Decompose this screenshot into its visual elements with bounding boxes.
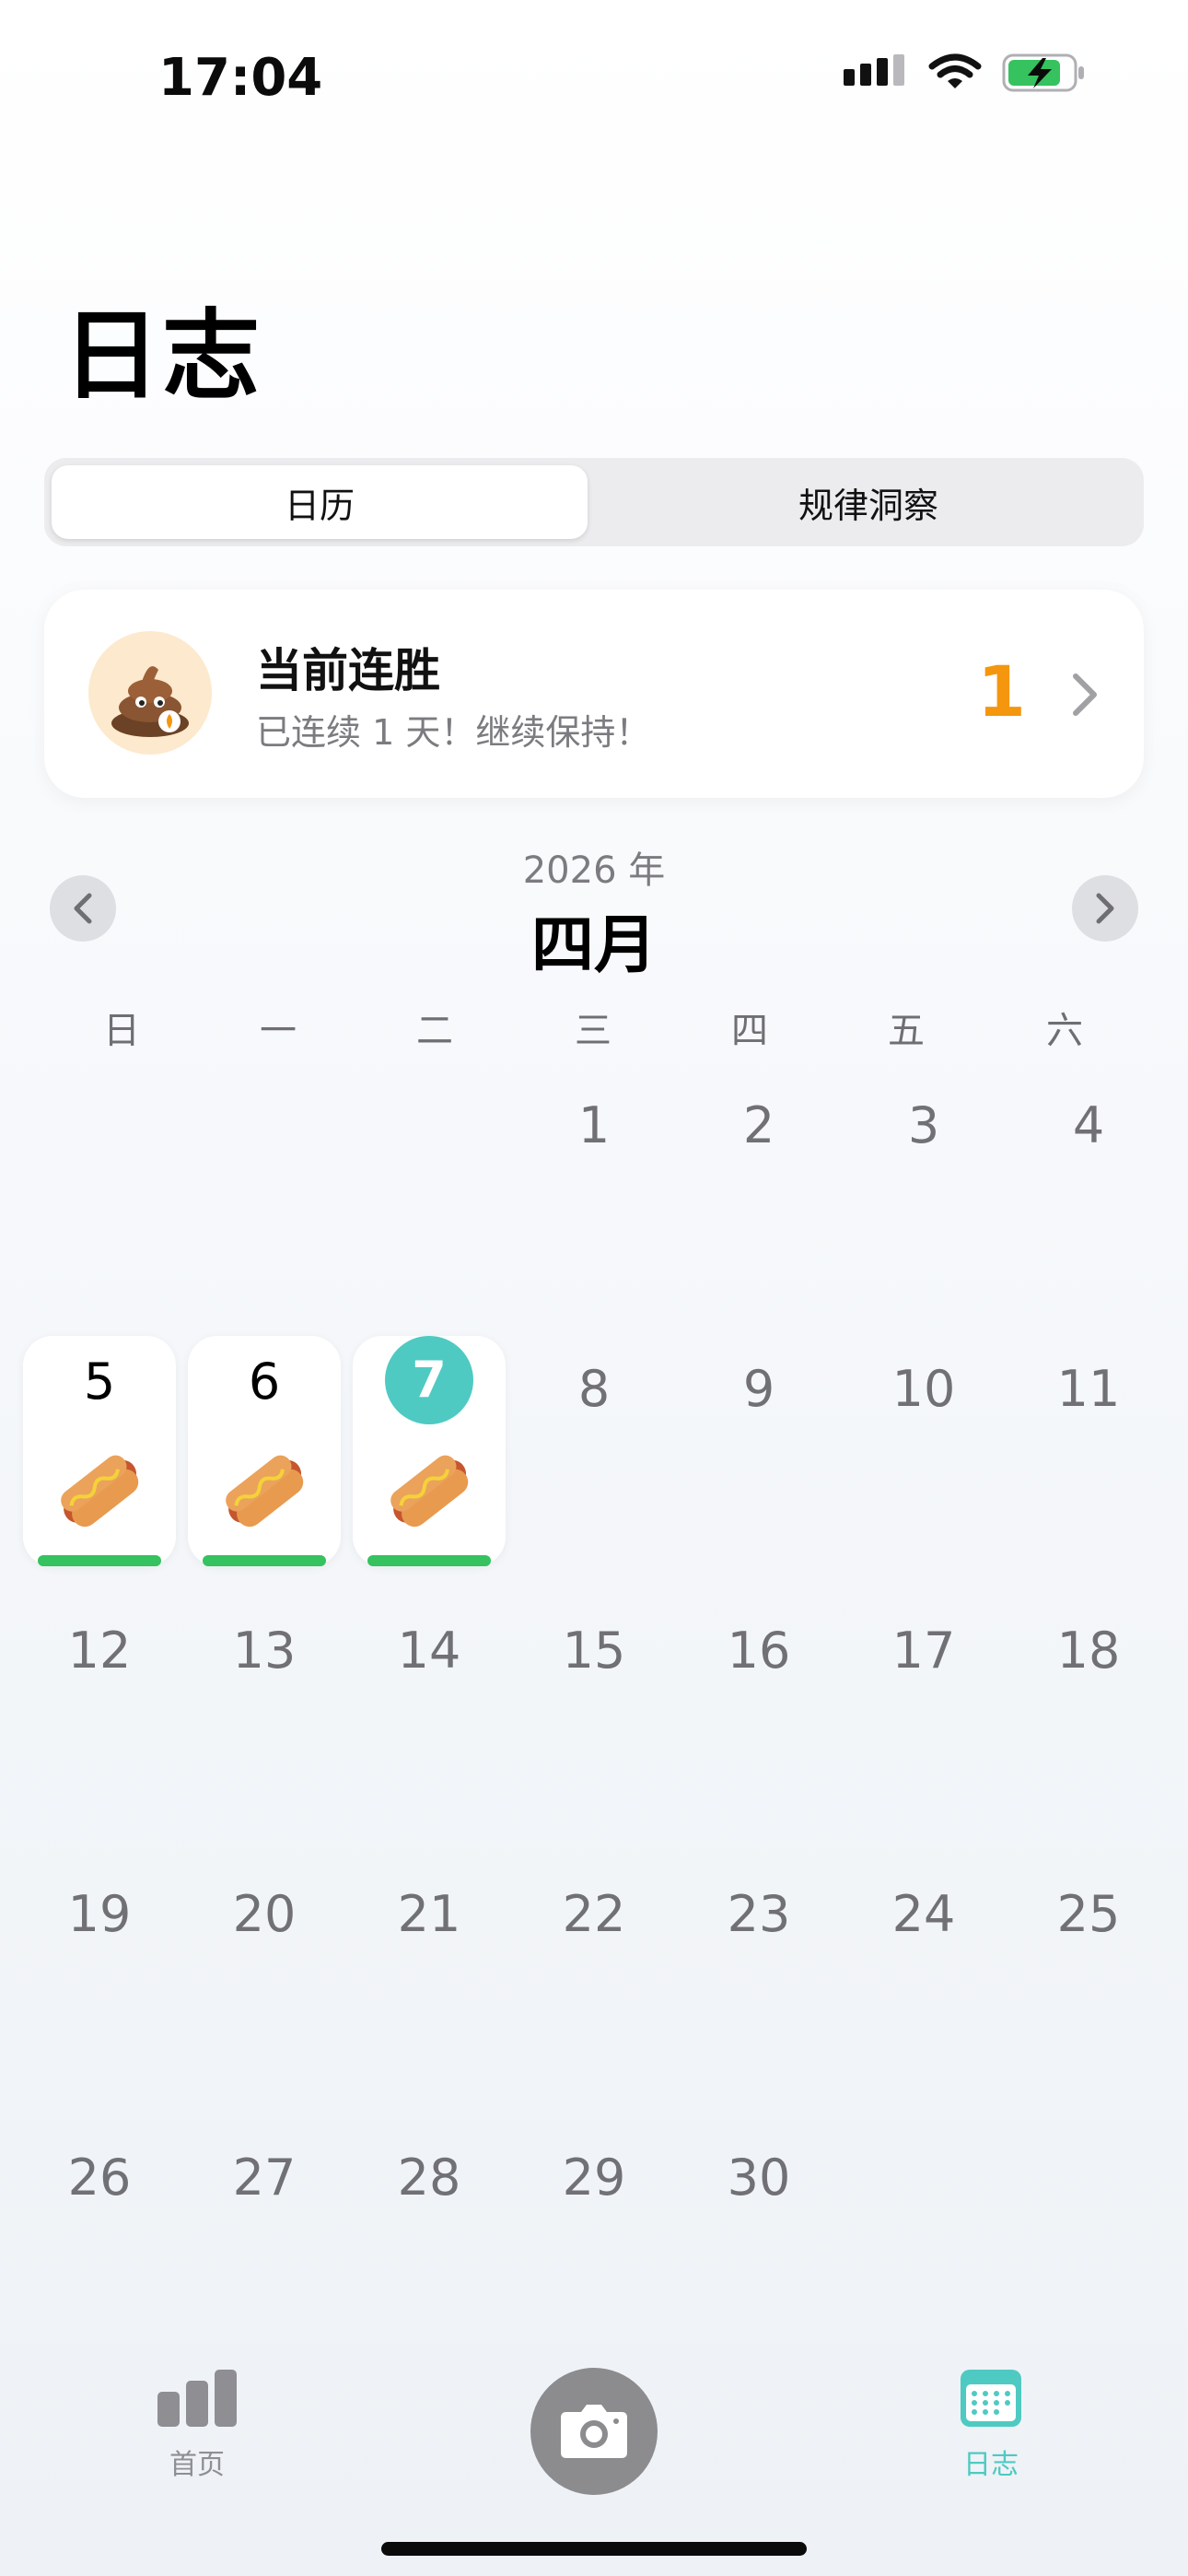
streak-subtitle: 已连续 1 天！继续保持！ bbox=[256, 712, 651, 753]
bar-chart-icon bbox=[157, 2370, 237, 2427]
calendar-day-14[interactable]: 14 bbox=[353, 1622, 506, 1714]
calendar-day-21[interactable]: 21 bbox=[353, 1885, 506, 1977]
chevron-left-icon bbox=[74, 893, 92, 924]
calendar-icon bbox=[961, 2370, 1021, 2427]
log-indicator-bar bbox=[203, 1555, 326, 1566]
hotdog-icon bbox=[226, 1455, 304, 1528]
month-label: 四月 bbox=[530, 909, 657, 982]
status-bar: 17:04 bbox=[0, 0, 1188, 157]
log-indicator-bar bbox=[38, 1555, 161, 1566]
battery-charging-icon bbox=[1002, 53, 1084, 92]
calendar-day-2[interactable]: 2 bbox=[682, 1096, 835, 1188]
streak-count: 1 bbox=[977, 650, 1026, 732]
weekday-mon: 一 bbox=[260, 1010, 297, 1052]
tab-journal-label: 日志 bbox=[963, 2449, 1019, 2481]
cellular-icon bbox=[844, 54, 904, 86]
camera-icon bbox=[561, 2405, 627, 2458]
tab-home-label: 首页 bbox=[169, 2449, 225, 2481]
calendar-day-16[interactable]: 16 bbox=[682, 1622, 835, 1714]
calendar-day-7-logged[interactable]: 7 bbox=[353, 1336, 506, 1566]
calendar-day-17[interactable]: 17 bbox=[847, 1622, 1000, 1714]
weekday-thu: 四 bbox=[731, 1010, 768, 1052]
weekday-sun: 日 bbox=[103, 1010, 140, 1052]
calendar-day-26[interactable]: 26 bbox=[23, 2149, 176, 2241]
calendar-day-4[interactable]: 4 bbox=[1012, 1096, 1165, 1188]
home-indicator bbox=[381, 2542, 807, 2556]
calendar-day-1[interactable]: 1 bbox=[518, 1096, 670, 1188]
calendar-day-25[interactable]: 25 bbox=[1012, 1885, 1165, 1977]
streak-avatar bbox=[88, 631, 212, 755]
prev-month-button[interactable] bbox=[50, 875, 116, 942]
calendar-day-10[interactable]: 10 bbox=[847, 1360, 1000, 1452]
calendar-day-29[interactable]: 29 bbox=[518, 2149, 670, 2241]
log-indicator-bar bbox=[367, 1555, 491, 1566]
calendar-day-24[interactable]: 24 bbox=[847, 1885, 1000, 1977]
streak-title: 当前连胜 bbox=[256, 644, 440, 697]
calendar-day-20[interactable]: 20 bbox=[188, 1885, 341, 1977]
calendar-day-6: 6 bbox=[248, 1352, 281, 1411]
hotdog-icon bbox=[61, 1455, 139, 1528]
wifi-icon bbox=[928, 53, 982, 88]
calendar-day-19[interactable]: 19 bbox=[23, 1885, 176, 1977]
calendar-day-5-logged[interactable]: 5 bbox=[23, 1336, 176, 1566]
calendar-day-23[interactable]: 23 bbox=[682, 1885, 835, 1977]
calendar-day-7-today: 7 bbox=[385, 1336, 473, 1424]
tab-calendar[interactable]: 日历 bbox=[52, 465, 588, 539]
calendar-day-15[interactable]: 15 bbox=[518, 1622, 670, 1714]
weekday-fri: 五 bbox=[888, 1010, 925, 1052]
next-month-button[interactable] bbox=[1072, 875, 1138, 942]
status-icons bbox=[844, 53, 1087, 92]
calendar-day-3[interactable]: 3 bbox=[847, 1096, 1000, 1188]
calendar-day-8[interactable]: 8 bbox=[518, 1360, 670, 1452]
tab-pattern-insights[interactable]: 规律洞察 bbox=[600, 465, 1136, 539]
view-segmented-control: 日历 规律洞察 bbox=[44, 458, 1144, 546]
page-title: 日志 bbox=[63, 299, 262, 413]
poop-icon bbox=[111, 666, 189, 737]
weekday-wed: 三 bbox=[575, 1010, 611, 1052]
calendar-day-22[interactable]: 22 bbox=[518, 1885, 670, 1977]
weekday-sat: 六 bbox=[1046, 1010, 1083, 1052]
calendar-day-9[interactable]: 9 bbox=[682, 1360, 835, 1452]
calendar-day-13[interactable]: 13 bbox=[188, 1622, 341, 1714]
tab-home[interactable]: 首页 bbox=[123, 2368, 271, 2482]
calendar-day-6-logged[interactable]: 6 bbox=[188, 1336, 341, 1566]
status-time: 17:04 bbox=[158, 48, 323, 108]
streak-card[interactable]: 当前连胜 已连续 1 天！继续保持！ 1 bbox=[44, 590, 1144, 798]
calendar-day-30[interactable]: 30 bbox=[682, 2149, 835, 2241]
camera-button[interactable] bbox=[530, 2368, 658, 2495]
calendar-day-12[interactable]: 12 bbox=[23, 1622, 176, 1714]
weekday-tue: 二 bbox=[416, 1010, 453, 1052]
tab-journal[interactable]: 日志 bbox=[917, 2368, 1065, 2482]
calendar-day-18[interactable]: 18 bbox=[1012, 1622, 1165, 1714]
year-label: 2026 年 bbox=[522, 849, 666, 892]
calendar-day-11[interactable]: 11 bbox=[1012, 1360, 1165, 1452]
calendar-day-5: 5 bbox=[83, 1352, 116, 1411]
chevron-right-icon bbox=[1073, 673, 1097, 716]
chevron-right-icon bbox=[1096, 893, 1114, 924]
calendar-day-27[interactable]: 27 bbox=[188, 2149, 341, 2241]
calendar-day-28[interactable]: 28 bbox=[353, 2149, 506, 2241]
weekday-header: 日 一 二 三 四 五 六 bbox=[17, 1001, 1171, 1052]
hotdog-icon bbox=[390, 1455, 469, 1528]
